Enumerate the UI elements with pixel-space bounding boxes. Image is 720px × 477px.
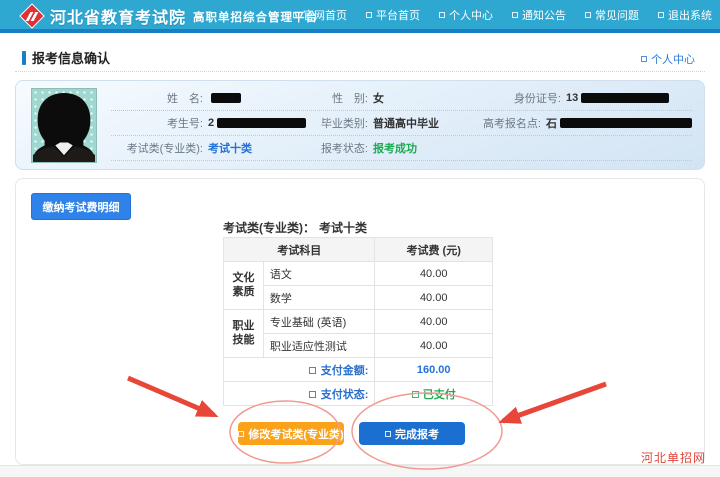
grad-type-value: 普通高中毕业 (373, 115, 439, 131)
nav-item-icon (366, 12, 372, 18)
grad-type-label: 毕业类别: (306, 115, 368, 131)
finish-registration-button[interactable]: 完成报考 (359, 422, 465, 445)
col-fee-header: 考试费 (元) (375, 238, 493, 262)
header-nav: 官网首页 平台首页 个人中心 通知公告 常见问题 退出系统 (293, 0, 712, 29)
finish-button-icon (385, 431, 391, 437)
modify-button-icon (238, 431, 244, 437)
subject-cell: 专业基础 (英语) (263, 310, 375, 334)
subject-cell: 职业适应性测试 (263, 334, 375, 358)
status-row: 支付状态: 已支付 (224, 382, 493, 406)
table-row: 职业技能 专业基础 (英语) 40.00 (224, 310, 493, 334)
fee-cell: 40.00 (375, 286, 493, 310)
category-culture-cell: 文化素质 (224, 262, 264, 310)
nav-item-official-home[interactable]: 官网首页 (293, 7, 347, 23)
brand-org-name: 河北省教育考试院 (50, 4, 186, 28)
nav-item-icon (512, 12, 518, 18)
exam-category-value: 考试十类 (208, 140, 252, 156)
table-row: 文化素质 语文 40.00 (224, 262, 493, 286)
title-accent-bar (22, 51, 26, 65)
candidate-fields: 姓 名: 性 别: 女 身份证号: 13 考生号: 2 毕业类别: 普通高中毕业 高考报… (111, 86, 692, 161)
site-watermark: 河北单招网 (641, 449, 706, 466)
gender-value: 女 (373, 90, 384, 106)
fee-cell: 40.00 (375, 310, 493, 334)
pay-status-label-cell: 支付状态: (224, 382, 375, 406)
pay-status-value-cell: 已支付 (375, 382, 493, 406)
nav-item-icon (439, 12, 445, 18)
page-title-row: 报考信息确认 个人中心 (15, 45, 705, 72)
fee-cell: 40.00 (375, 262, 493, 286)
redacted-id-number (581, 93, 669, 103)
id-number-value: 13 (566, 92, 578, 104)
profile-row-3: 考试类(专业类): 考试十类 报考状态: 报考成功 (111, 136, 692, 161)
modify-exam-category-button[interactable]: 修改考试类(专业类) (238, 422, 344, 445)
nav-item-logout[interactable]: 退出系统 (658, 7, 712, 23)
candidate-no-value: 2 (208, 117, 214, 129)
reg-status-value: 报考成功 (373, 140, 417, 156)
fee-panel: 缴纳考试费明细 考试类(专业类)： 考试十类 考试科目 考试费 (元) 文化素质 … (15, 178, 705, 465)
reg-point-label: 高考报名点: (469, 115, 541, 131)
reg-status-label: 报考状态: (306, 140, 368, 156)
fee-table-header-row: 考试科目 考试费 (元) (224, 238, 493, 262)
paid-icon (412, 391, 419, 398)
nav-item-icon (658, 12, 664, 18)
fee-table-title-value: 考试十类 (319, 221, 367, 235)
nav-item-personal-center[interactable]: 个人中心 (439, 7, 493, 23)
total-row: 支付金额: 160.00 (224, 358, 493, 382)
redacted-reg-point (560, 118, 692, 128)
hebei-exam-logo-icon (20, 4, 44, 28)
candidate-no-label: 考生号: (111, 115, 203, 131)
fee-table: 考试科目 考试费 (元) 文化素质 语文 40.00 数学 40.00 职业技能… (223, 237, 493, 406)
nav-item-faq[interactable]: 常见问题 (585, 7, 639, 23)
reg-point-value: 石 (546, 115, 557, 131)
subject-cell: 语文 (263, 262, 375, 286)
nav-item-platform-home[interactable]: 平台首页 (366, 7, 420, 23)
redacted-name (211, 93, 241, 103)
col-subject-header: 考试科目 (224, 238, 375, 262)
profile-row-2: 考生号: 2 毕业类别: 普通高中毕业 高考报名点: 石 (111, 111, 692, 136)
nav-item-icon (585, 12, 591, 18)
page-title: 报考信息确认 (32, 48, 110, 67)
fee-table-title-label: 考试类(专业类)： (223, 221, 315, 235)
subject-cell: 数学 (263, 286, 375, 310)
footer-strip (0, 465, 720, 477)
personal-center-link-icon (641, 56, 647, 62)
redacted-candidate-no (217, 118, 306, 128)
pay-amount-icon (309, 367, 316, 374)
candidate-photo (31, 88, 97, 163)
total-label-cell: 支付金额: (224, 358, 375, 382)
candidate-silhouette (32, 89, 96, 162)
pay-fee-detail-button[interactable]: 缴纳考试费明细 (31, 193, 131, 220)
nav-item-notices[interactable]: 通知公告 (512, 7, 566, 23)
personal-center-link[interactable]: 个人中心 (641, 51, 695, 67)
table-row: 职业适应性测试 40.00 (224, 334, 493, 358)
top-header: 河北省教育考试院 高职单招综合管理平台 官网首页 平台首页 个人中心 通知公告 … (0, 0, 720, 33)
fee-table-title: 考试类(专业类)： 考试十类 (223, 219, 367, 236)
name-label: 姓 名: (111, 90, 203, 106)
id-number-label: 身份证号: (489, 90, 561, 106)
category-skill-cell: 职业技能 (224, 310, 264, 358)
fee-cell: 40.00 (375, 334, 493, 358)
brand: 河北省教育考试院 高职单招综合管理平台 (20, 3, 318, 29)
header-accent-strip (0, 29, 720, 33)
total-value-cell: 160.00 (375, 358, 493, 382)
exam-category-label: 考试类(专业类): (111, 140, 203, 156)
nav-item-icon (293, 12, 299, 18)
pay-status-icon (309, 391, 316, 398)
candidate-info-card: 姓 名: 性 别: 女 身份证号: 13 考生号: 2 毕业类别: 普通高中毕业 高考报… (15, 80, 705, 170)
gender-label: 性 别: (306, 90, 368, 106)
table-row: 数学 40.00 (224, 286, 493, 310)
profile-row-1: 姓 名: 性 别: 女 身份证号: 13 (111, 86, 692, 111)
